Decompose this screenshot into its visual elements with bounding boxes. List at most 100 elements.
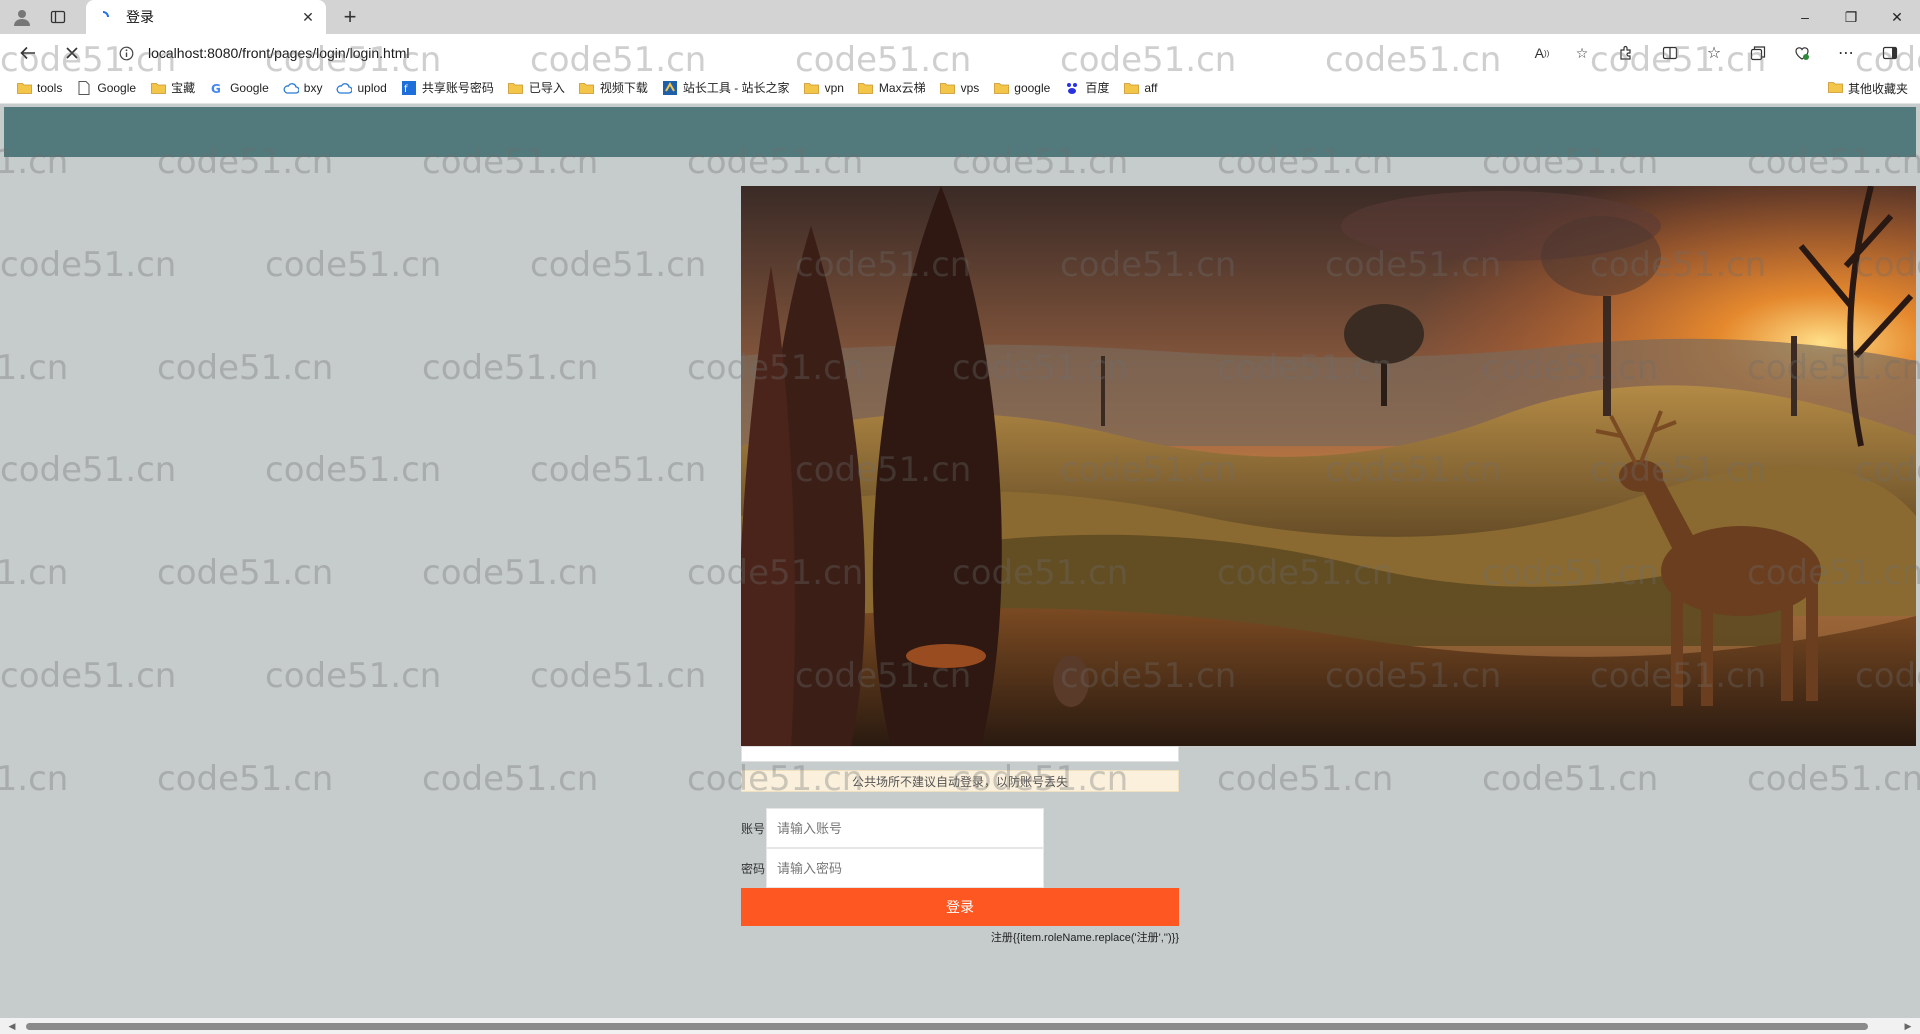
window-controls: – ❐ ✕: [1782, 0, 1920, 34]
bookmark-item[interactable]: vps: [934, 76, 986, 100]
bookmarks-bar: tools Google 宝藏 G Google bxy uplod f 共享账号密码 已导入 视频…: [0, 72, 1920, 104]
register-link[interactable]: 注册{{item.roleName.replace('注册','')}}: [741, 929, 1179, 945]
page-viewport: 公共场所不建议自动登录，以防账号丢失 账号 密码 登录 注册{{item.rol…: [0, 105, 1920, 1034]
browser-toolbar: localhost:8080/front/pages/login/login.h…: [0, 34, 1920, 72]
bookmark-item[interactable]: vpn: [798, 76, 850, 100]
bookmark-label: tools: [37, 80, 63, 95]
stop-loading-icon[interactable]: [60, 41, 84, 65]
favorite-star-icon[interactable]: ☆: [1562, 41, 1602, 65]
bookmark-label: google: [1014, 80, 1051, 95]
close-window-icon[interactable]: ✕: [1874, 0, 1920, 34]
split-screen-icon[interactable]: [1648, 41, 1692, 65]
login-form: 公共场所不建议自动登录，以防账号丢失 账号 密码 登录 注册{{item.rol…: [741, 746, 1179, 945]
other-favorites-folder[interactable]: 其他收藏夹: [1828, 76, 1908, 100]
bookmark-item[interactable]: uplod: [330, 76, 392, 100]
scroll-right-arrow-icon[interactable]: ▶: [1902, 1020, 1914, 1032]
bookmark-label: Google: [230, 80, 269, 95]
google-icon: G: [209, 81, 225, 95]
browser-tab-strip: 登录 ✕ + – ❐ ✕: [0, 0, 1920, 34]
folder-icon: [508, 81, 524, 95]
bookmark-item[interactable]: tools: [10, 76, 68, 100]
bookmark-label: Google: [97, 80, 137, 95]
baidu-icon: [1064, 81, 1080, 95]
folder-icon: [804, 81, 820, 95]
back-arrow-icon[interactable]: [16, 41, 40, 65]
bookmark-label: 百度: [1085, 81, 1110, 95]
cloud-icon: [336, 81, 353, 95]
password-label: 密码: [741, 861, 766, 876]
tab-title: 登录: [126, 9, 154, 25]
bookmark-label: Max云梯: [878, 81, 926, 95]
site-info-icon[interactable]: [118, 45, 134, 61]
bookmark-label: 视频下载: [599, 81, 648, 95]
bookmark-label: uplod: [357, 80, 387, 95]
address-url[interactable]: localhost:8080/front/pages/login/login.h…: [148, 45, 410, 61]
password-row: 密码: [741, 848, 1179, 888]
banner-image: [741, 186, 1916, 746]
bookmark-item[interactable]: 视频下载: [573, 76, 654, 100]
other-favorites-label: 其他收藏夹: [1847, 81, 1908, 96]
form-top-strip: [741, 746, 1179, 762]
folder-icon: [993, 81, 1009, 95]
folder-icon: [1123, 81, 1139, 95]
address-bar-actions: A)) ☆: [1522, 41, 1602, 65]
bookmark-item[interactable]: Google: [70, 76, 142, 100]
bookmark-label: bxy: [303, 80, 323, 95]
address-bar[interactable]: localhost:8080/front/pages/login/login.h…: [108, 39, 1588, 67]
folder-icon: [940, 81, 956, 95]
folder-icon: [16, 81, 32, 95]
bookmark-item[interactable]: 站长工具 - 站长之家: [656, 76, 796, 100]
bookmark-label: 站长工具 - 站长之家: [682, 81, 790, 95]
password-input[interactable]: [766, 848, 1044, 888]
share-icon: f: [401, 80, 417, 95]
folder-icon: [150, 81, 166, 95]
bookmark-label: aff: [1144, 80, 1158, 95]
sidebar-toggle-icon[interactable]: [1868, 41, 1912, 65]
scroll-left-arrow-icon[interactable]: ◀: [6, 1020, 18, 1032]
new-tab-button[interactable]: +: [338, 4, 362, 29]
bookmark-item[interactable]: Max云梯: [852, 76, 932, 100]
bookmark-item[interactable]: bxy: [277, 76, 329, 100]
page-icon: [76, 80, 92, 95]
minimize-window-icon[interactable]: –: [1782, 0, 1828, 34]
bookmark-label: vps: [960, 80, 980, 95]
bookmark-item[interactable]: f 共享账号密码: [395, 76, 500, 100]
extensions-icon[interactable]: [1604, 41, 1648, 65]
bookmark-item[interactable]: 宝藏: [144, 76, 201, 100]
profile-avatar-icon[interactable]: [10, 5, 34, 29]
collections-icon[interactable]: [1736, 41, 1780, 65]
bookmark-item[interactable]: google: [987, 76, 1056, 100]
bookmark-item[interactable]: 百度: [1058, 76, 1115, 100]
folder-icon: [579, 81, 595, 95]
svg-text:G: G: [211, 82, 221, 94]
loading-favicon-icon: [96, 10, 110, 24]
restore-window-icon[interactable]: ❐: [1828, 0, 1874, 34]
horizontal-scrollbar[interactable]: ◀ ▶: [0, 1018, 1920, 1034]
bookmark-item[interactable]: aff: [1117, 76, 1163, 100]
account-row: 账号: [741, 808, 1179, 848]
favorites-icon[interactable]: ☆: [1692, 41, 1736, 65]
auto-login-notice: 公共场所不建议自动登录，以防账号丢失: [741, 770, 1179, 792]
tab-close-icon[interactable]: ✕: [300, 9, 316, 25]
tab-actions-icon[interactable]: [48, 7, 68, 27]
account-input[interactable]: [766, 808, 1044, 848]
page-header-bar: [4, 107, 1916, 157]
browser-tab-active[interactable]: 登录 ✕: [86, 0, 326, 34]
more-options-icon[interactable]: ⋯: [1824, 41, 1868, 65]
browser-essentials-icon[interactable]: [1780, 41, 1824, 65]
cloud-icon: [283, 81, 299, 95]
bookmark-label: 共享账号密码: [421, 81, 494, 95]
bookmark-item[interactable]: G Google: [203, 76, 275, 100]
folder-icon: [858, 81, 874, 95]
folder-icon: [1828, 81, 1843, 96]
toolbar-right-actions: ☆ ⋯: [1604, 41, 1912, 65]
svg-text:f: f: [404, 84, 408, 95]
bookmark-label: vpn: [824, 80, 844, 95]
bookmark-label: 已导入: [528, 81, 565, 95]
site-icon: [662, 80, 678, 95]
read-aloud-icon[interactable]: A)): [1522, 41, 1562, 65]
scrollbar-thumb[interactable]: [26, 1023, 1868, 1030]
account-label: 账号: [741, 821, 766, 836]
login-button[interactable]: 登录: [741, 888, 1179, 926]
bookmark-item[interactable]: 已导入: [502, 76, 571, 100]
